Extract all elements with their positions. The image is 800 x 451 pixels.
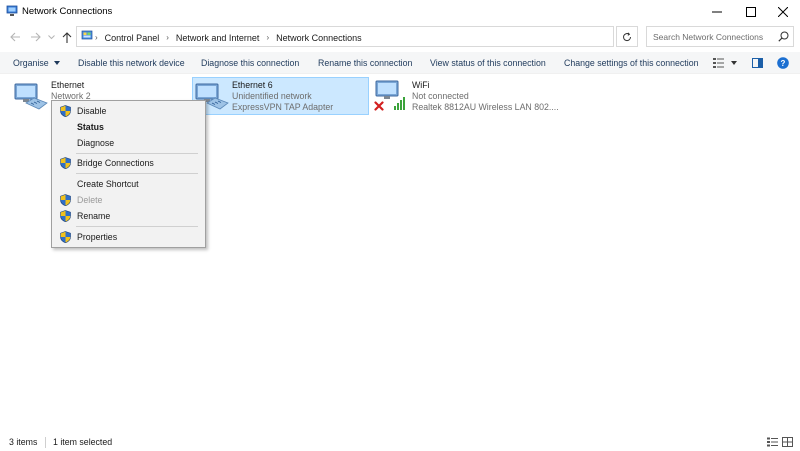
back-button[interactable] bbox=[8, 30, 22, 44]
connection-text: WiFi Not connected Realtek 8812AU Wirele… bbox=[412, 80, 559, 113]
menu-item-label: Disable bbox=[77, 106, 107, 116]
up-button[interactable] bbox=[60, 30, 74, 44]
window-title: Network Connections bbox=[22, 6, 113, 17]
menu-item-bridge-connections[interactable]: Bridge Connections bbox=[54, 155, 203, 171]
details-view-icon bbox=[713, 58, 724, 68]
menu-separator bbox=[76, 153, 198, 154]
uac-shield-icon bbox=[60, 210, 71, 222]
breadcrumb-network-connections[interactable]: Network Connections bbox=[276, 33, 362, 43]
connection-adapter: ExpressVPN TAP Adapter bbox=[232, 102, 334, 112]
selection-count: 1 item selected bbox=[53, 437, 113, 447]
organise-label: Organise bbox=[13, 58, 49, 68]
control-panel-icon bbox=[81, 30, 93, 40]
close-icon bbox=[778, 7, 788, 17]
disable-device-button[interactable]: Disable this network device bbox=[78, 58, 185, 68]
refresh-button[interactable] bbox=[616, 26, 638, 47]
connection-item-ethernet-6[interactable]: Ethernet 6 Unidentified network ExpressV… bbox=[192, 77, 369, 115]
view-status-button[interactable]: View status of this connection bbox=[430, 58, 546, 68]
uac-shield-icon bbox=[60, 231, 71, 243]
help-button[interactable]: ? bbox=[776, 55, 790, 71]
connection-item-wifi[interactable]: WiFi Not connected Realtek 8812AU Wirele… bbox=[374, 79, 559, 115]
search-input[interactable]: Search Network Connections bbox=[646, 26, 794, 47]
menu-separator bbox=[76, 226, 198, 227]
connection-text: Ethernet Network 2 bbox=[51, 80, 91, 102]
status-separator bbox=[45, 437, 46, 448]
network-adapter-icon bbox=[14, 83, 48, 110]
menu-item-status[interactable]: Status bbox=[54, 119, 203, 135]
arrow-up-icon bbox=[62, 31, 72, 43]
menu-item-label: Rename bbox=[77, 211, 111, 221]
rename-connection-button[interactable]: Rename this connection bbox=[318, 58, 412, 68]
help-icon: ? bbox=[777, 57, 789, 69]
connection-text: Ethernet 6 Unidentified network ExpressV… bbox=[232, 80, 333, 113]
menu-item-label: Status bbox=[77, 122, 104, 132]
navigation-bar: › Control Panel › Network and Internet ›… bbox=[0, 24, 800, 50]
uac-shield-icon bbox=[60, 157, 71, 169]
menu-item-label: Delete bbox=[77, 195, 103, 205]
refresh-icon bbox=[623, 31, 632, 41]
maximize-icon bbox=[746, 7, 756, 17]
disconnected-x-icon bbox=[374, 101, 384, 111]
network-connections-icon bbox=[6, 5, 18, 16]
diagnose-connection-button[interactable]: Diagnose this connection bbox=[201, 58, 299, 68]
chevron-down-icon bbox=[731, 61, 737, 65]
change-settings-button[interactable]: Change settings of this connection bbox=[564, 58, 698, 68]
menu-item-rename[interactable]: Rename bbox=[54, 208, 203, 224]
uac-shield-icon bbox=[60, 194, 71, 206]
menu-item-properties[interactable]: Properties bbox=[54, 229, 203, 245]
minimize-button[interactable] bbox=[700, 0, 734, 24]
svg-text:?: ? bbox=[781, 59, 786, 68]
connection-name: Ethernet 6 bbox=[232, 80, 273, 90]
change-view-button[interactable] bbox=[712, 55, 738, 71]
chevron-down-icon bbox=[47, 34, 55, 39]
organise-menu[interactable]: Organise bbox=[13, 58, 61, 68]
uac-shield-icon bbox=[60, 105, 71, 117]
search-placeholder: Search Network Connections bbox=[653, 32, 764, 42]
forward-button[interactable] bbox=[28, 30, 42, 44]
menu-item-label: Bridge Connections bbox=[77, 158, 154, 168]
breadcrumb-control-panel[interactable]: Control Panel bbox=[105, 33, 160, 43]
connection-name: WiFi bbox=[412, 80, 430, 90]
chevron-down-icon bbox=[54, 61, 61, 65]
menu-item-label: Create Shortcut bbox=[77, 179, 139, 189]
menu-item-label: Properties bbox=[77, 232, 118, 242]
address-bar[interactable]: › Control Panel › Network and Internet ›… bbox=[76, 26, 684, 47]
preview-pane-icon bbox=[751, 58, 763, 68]
details-view-icon[interactable] bbox=[767, 437, 778, 447]
recent-locations-button[interactable] bbox=[44, 30, 58, 44]
breadcrumb-separator-icon: › bbox=[266, 33, 270, 42]
connection-status: Not connected bbox=[412, 91, 469, 101]
breadcrumb-separator-icon: › bbox=[166, 33, 169, 42]
arrow-right-icon bbox=[30, 32, 41, 42]
menu-item-diagnose[interactable]: Diagnose bbox=[54, 135, 203, 151]
connection-status: Unidentified network bbox=[232, 91, 312, 101]
menu-separator bbox=[76, 173, 198, 174]
menu-item-disable[interactable]: Disable bbox=[54, 103, 203, 119]
minimize-icon bbox=[712, 11, 722, 13]
search-icon[interactable] bbox=[778, 31, 789, 42]
title-bar: Network Connections bbox=[0, 0, 800, 24]
breadcrumb-separator-icon: › bbox=[95, 33, 98, 42]
preview-pane-button[interactable] bbox=[750, 55, 764, 71]
command-bar: Organise Disable this network device Dia… bbox=[0, 52, 800, 74]
connection-name: Ethernet bbox=[51, 80, 85, 90]
context-menu: Disable Status Diagnose Bridge Connectio… bbox=[51, 100, 206, 248]
item-count: 3 items bbox=[9, 437, 38, 447]
close-button[interactable] bbox=[766, 0, 800, 24]
menu-item-label: Diagnose bbox=[77, 138, 115, 148]
status-bar: 3 items 1 item selected bbox=[0, 434, 800, 451]
breadcrumb: › Control Panel › Network and Internet ›… bbox=[95, 31, 362, 44]
arrow-left-icon bbox=[9, 32, 20, 42]
breadcrumb-network-and-internet[interactable]: Network and Internet bbox=[176, 33, 260, 43]
large-icons-view-icon[interactable] bbox=[782, 437, 793, 447]
menu-item-create-shortcut[interactable]: Create Shortcut bbox=[54, 176, 203, 192]
maximize-button[interactable] bbox=[734, 0, 768, 24]
connection-adapter: Realtek 8812AU Wireless LAN 802.... bbox=[412, 102, 559, 112]
menu-item-delete[interactable]: Delete bbox=[54, 192, 203, 208]
